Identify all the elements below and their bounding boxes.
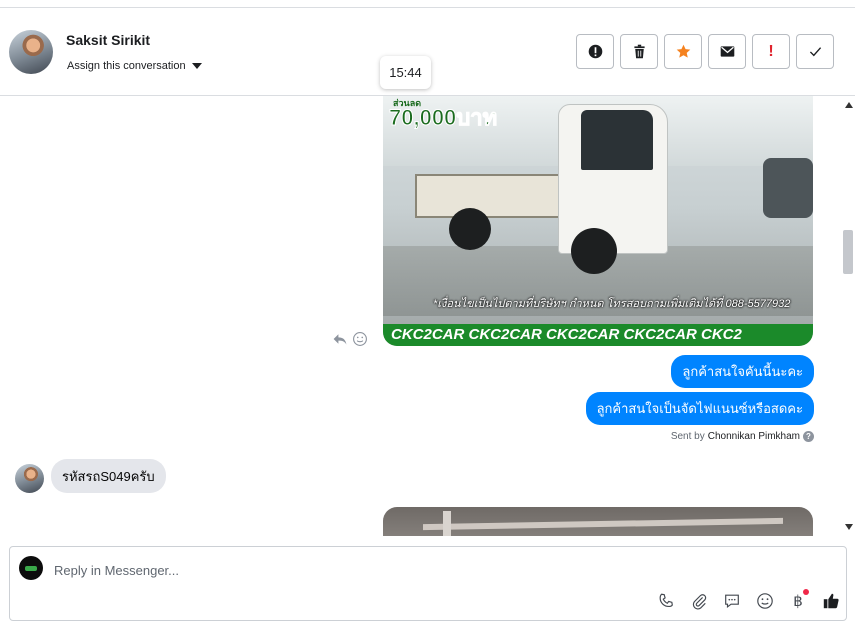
contact-avatar-small: [15, 464, 44, 493]
star-icon: [676, 44, 690, 58]
outgoing-message[interactable]: ลูกค้าสนใจเป็นจัดไฟแนนซ์หรือสดคะ: [585, 392, 814, 425]
paperclip-icon: [692, 594, 707, 610]
watermark-band: CKC2CAR CKC2CAR CKC2CAR CKC2CAR CKC2: [383, 324, 813, 346]
payment-button[interactable]: ฿: [787, 589, 809, 612]
help-icon[interactable]: ?: [803, 431, 814, 442]
outgoing-message[interactable]: ลูกค้าสนใจคันนี้นะคะ: [671, 355, 814, 388]
scroll-down-arrow-icon[interactable]: [845, 524, 853, 530]
contact-avatar[interactable]: [9, 30, 53, 74]
emoji-button[interactable]: [754, 590, 776, 612]
assign-conversation-dropdown[interactable]: Assign this conversation: [67, 60, 202, 72]
notification-dot: [803, 589, 809, 595]
report-spam-button[interactable]: [576, 34, 614, 69]
delete-button[interactable]: [620, 34, 658, 69]
sender-name: Chonnikan Pimkham: [707, 431, 800, 442]
message-composer: ฿: [9, 546, 847, 621]
important-button[interactable]: !: [752, 34, 790, 69]
reply-icon[interactable]: [332, 331, 348, 347]
envelope-icon: [720, 46, 734, 57]
truck-photo-attachment[interactable]: ส่วนลด 70,000บาท *เงื่อนไขเป็นไปตามที่บร…: [383, 96, 813, 346]
warehouse-photo-attachment[interactable]: [383, 507, 813, 536]
photo-caption: *เงื่อนไขเป็นไปตามที่บริษัทฯ กำหนด โทรสอ…: [433, 298, 791, 310]
message-thread[interactable]: ส่วนลด 70,000บาท *เงื่อนไขเป็นไปตามที่บร…: [0, 96, 841, 536]
reply-input[interactable]: [54, 561, 754, 579]
trash-icon: [633, 44, 645, 59]
star-button[interactable]: [664, 34, 702, 69]
call-button[interactable]: [655, 590, 677, 612]
like-button[interactable]: [820, 590, 842, 612]
scroll-up-arrow-icon[interactable]: [845, 102, 853, 108]
thumbs-up-icon: [823, 593, 839, 609]
message-reactions: [332, 331, 368, 347]
page-avatar: [19, 556, 43, 580]
phone-icon: [659, 593, 673, 607]
mark-done-button[interactable]: [796, 34, 834, 69]
mark-unread-button[interactable]: [708, 34, 746, 69]
sent-by-info: Sent by Chonnikan Pimkham ?: [671, 431, 814, 442]
alert-circle-icon: [588, 44, 602, 59]
exclamation-icon: !: [768, 42, 774, 60]
smiley-icon[interactable]: [352, 331, 368, 347]
promo-amount: 70,000บาท: [388, 105, 498, 131]
checkmark-icon: [809, 47, 821, 57]
timestamp-tooltip: 15:44: [380, 56, 431, 89]
incoming-message[interactable]: รหัสรถS049ครับ: [51, 459, 166, 493]
chat-bubble-icon: [725, 594, 739, 609]
composer-toolbar: ฿: [655, 589, 842, 612]
attach-button[interactable]: [688, 590, 710, 612]
thread-scrollbar[interactable]: [841, 96, 855, 536]
sent-by-prefix: Sent by: [670, 431, 705, 442]
contact-name[interactable]: Saksit Sirikit: [66, 32, 150, 48]
header-actions: !: [576, 34, 834, 69]
assign-label: Assign this conversation: [67, 60, 186, 72]
caret-down-icon: [191, 63, 202, 69]
emoji-icon: [757, 593, 773, 609]
scrollbar-thumb[interactable]: [843, 230, 853, 274]
saved-replies-button[interactable]: [721, 590, 743, 612]
baht-icon: ฿: [793, 593, 803, 610]
